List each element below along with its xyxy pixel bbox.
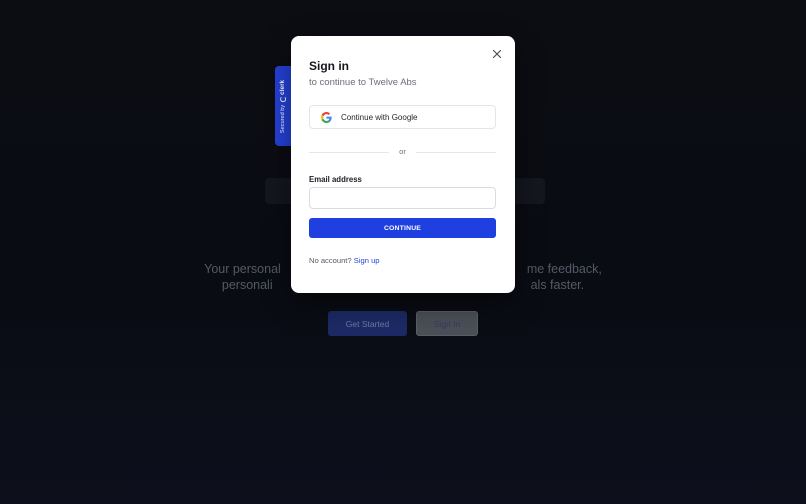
secured-by-clerk-badge[interactable]: Secured by clerk — [275, 66, 291, 146]
clerk-brand-text: clerk — [279, 79, 287, 95]
no-account-text: No account? — [309, 256, 352, 265]
or-divider: or — [309, 146, 496, 158]
close-icon[interactable] — [491, 47, 503, 59]
sign-in-modal: Sign in to continue to Twelve Abs Contin… — [291, 36, 515, 293]
continue-with-google-button[interactable]: Continue with Google — [309, 105, 496, 129]
continue-button[interactable]: CONTINUE — [309, 218, 496, 238]
clerk-brand: clerk — [279, 79, 287, 102]
clerk-logo-icon — [280, 95, 287, 102]
secured-by-text: Secured by — [280, 104, 287, 133]
sign-up-link[interactable]: Sign up — [354, 256, 380, 265]
email-field[interactable] — [309, 187, 496, 209]
modal-subtitle: to continue to Twelve Abs — [309, 77, 417, 88]
email-label: Email address — [309, 175, 362, 184]
google-button-label: Continue with Google — [341, 112, 418, 122]
divider-line — [416, 152, 496, 153]
modal-title: Sign in — [309, 59, 349, 73]
signup-prompt: No account? Sign up — [309, 256, 380, 265]
google-g-icon — [321, 111, 332, 123]
